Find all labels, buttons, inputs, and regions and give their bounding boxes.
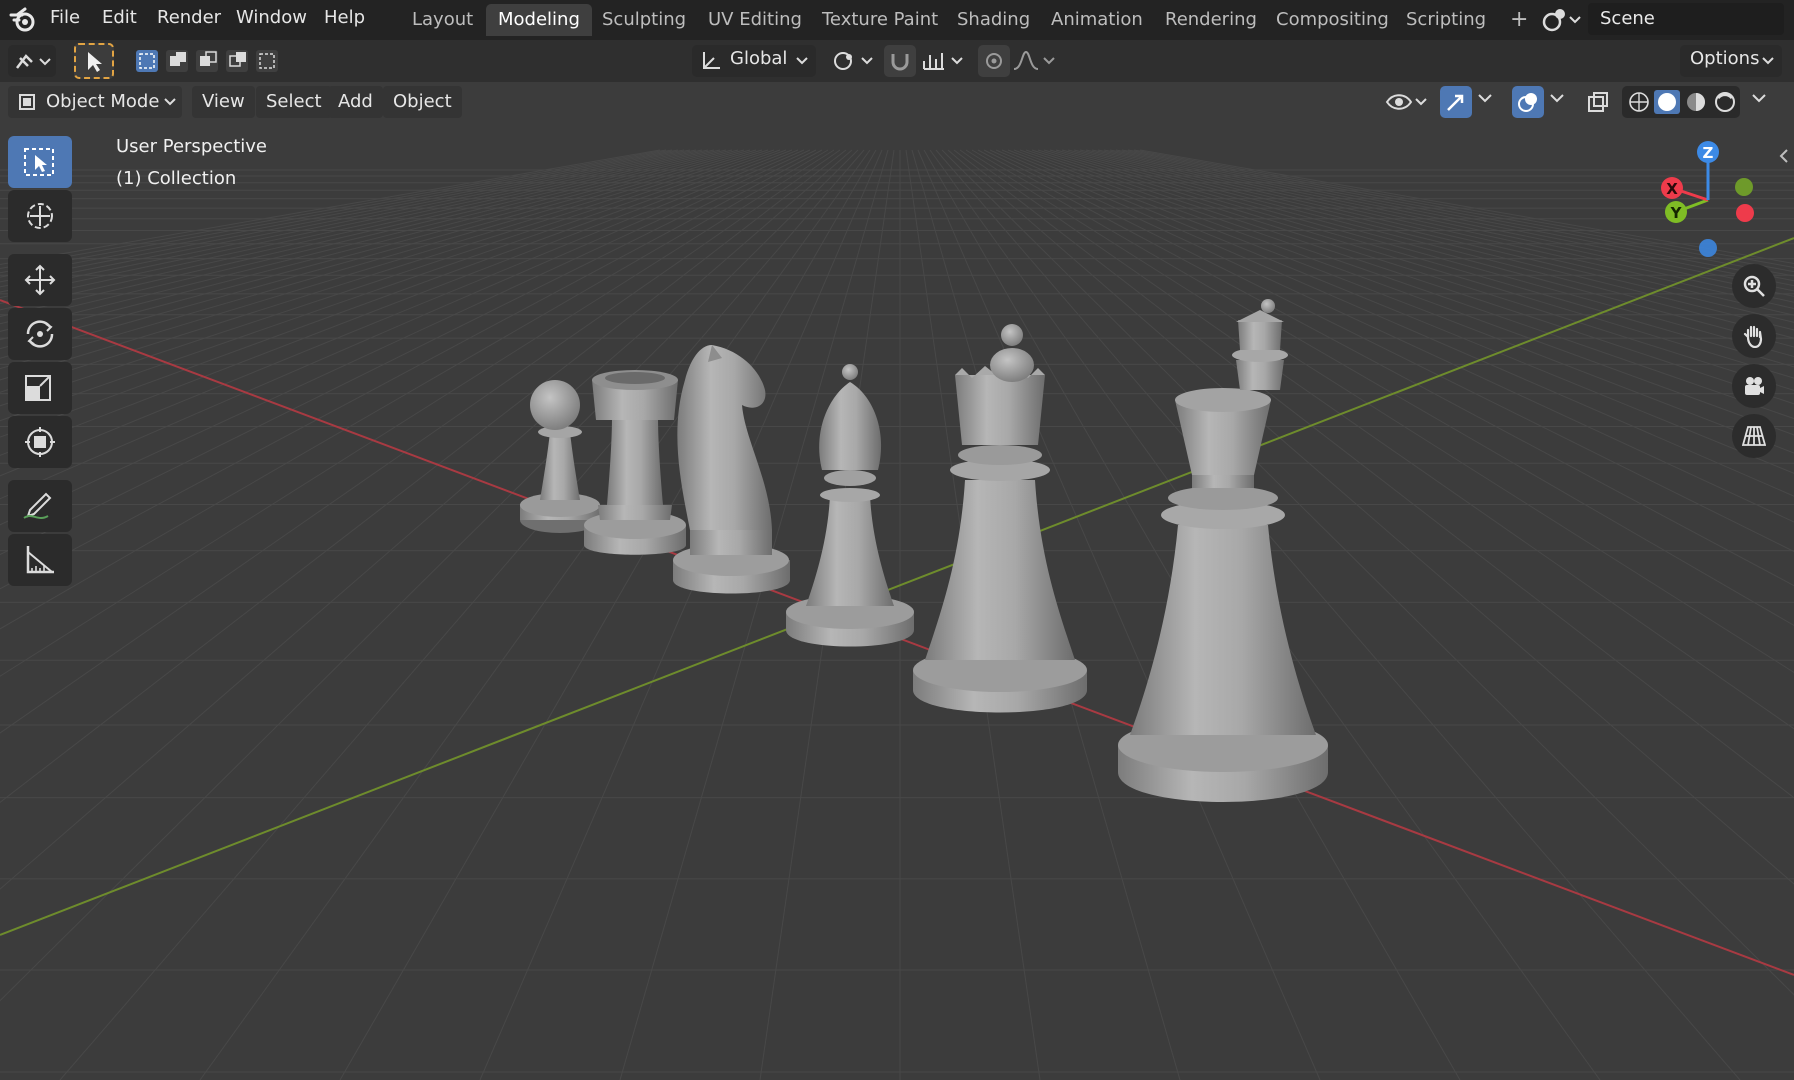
perspective-grid-icon xyxy=(1742,426,1766,446)
tool-header: Global Options xyxy=(0,40,1794,82)
menu-file[interactable]: File xyxy=(50,7,80,28)
tab-uv-editing[interactable]: UV Editing xyxy=(696,4,814,36)
orientation-label: Global xyxy=(730,48,788,69)
menu-window[interactable]: Window xyxy=(236,7,307,28)
object-mode-dropdown[interactable]: Object Mode xyxy=(8,86,182,118)
pan-button[interactable] xyxy=(1732,314,1776,358)
tool-annotate[interactable] xyxy=(8,480,72,532)
overlays-icon xyxy=(1518,93,1537,112)
shading-modes-icon xyxy=(1629,90,1735,114)
editor-type-icon xyxy=(16,54,51,69)
falloff-curve-icon[interactable] xyxy=(1012,49,1058,73)
zoom-icon xyxy=(1743,275,1765,297)
menu-add[interactable]: Add xyxy=(328,86,383,118)
gizmo-arrow-icon xyxy=(1447,94,1464,111)
selection-modes-icon[interactable] xyxy=(134,47,284,75)
chevron-down-icon xyxy=(1762,57,1774,65)
tool-rotate[interactable] xyxy=(8,308,72,360)
tab-texture-paint[interactable]: Texture Paint xyxy=(810,4,950,36)
gizmo-z-label: Z xyxy=(1703,144,1714,162)
sidebar-expand-icon[interactable] xyxy=(1778,148,1790,164)
tab-sculpting[interactable]: Sculpting xyxy=(590,4,698,36)
editor-type-button[interactable] xyxy=(8,45,56,77)
menu-select[interactable]: Select xyxy=(256,86,332,118)
blender-logo-icon[interactable] xyxy=(8,5,38,35)
tool-measure[interactable] xyxy=(8,534,72,586)
viewport-background xyxy=(0,82,1794,1080)
gizmo-y-label: Y xyxy=(1670,204,1683,222)
orientation-axes-icon xyxy=(703,52,720,69)
add-workspace-button[interactable]: + xyxy=(1498,4,1540,36)
pan-hand-icon xyxy=(1743,325,1763,348)
transform-icon xyxy=(25,427,55,457)
options-label: Options xyxy=(1690,48,1760,69)
overlays-toggle[interactable] xyxy=(1512,86,1544,118)
menu-object[interactable]: Object xyxy=(383,86,462,118)
pivot-point-icon[interactable] xyxy=(832,49,878,73)
camera-view-button[interactable] xyxy=(1732,364,1776,408)
menu-edit[interactable]: Edit xyxy=(102,7,137,28)
magnet-icon xyxy=(891,54,909,71)
shading-mode-group[interactable] xyxy=(1622,86,1740,118)
viewport-header: Object Mode View Select Add Object xyxy=(0,82,1794,122)
proportional-edit-icon xyxy=(986,53,1002,69)
chevron-down-icon xyxy=(796,57,808,65)
tab-animation[interactable]: Animation xyxy=(1039,4,1155,36)
tool-cursor[interactable] xyxy=(8,190,72,242)
perspective-toggle-button[interactable] xyxy=(1732,414,1776,458)
menu-view[interactable]: View xyxy=(192,86,255,118)
tab-rendering[interactable]: Rendering xyxy=(1153,4,1269,36)
proportional-edit-toggle[interactable] xyxy=(978,45,1010,77)
options-dropdown[interactable]: Options xyxy=(1680,45,1782,77)
measure-icon xyxy=(26,546,54,574)
scene-name-field[interactable]: Scene xyxy=(1588,3,1784,35)
scene-selector-icon[interactable] xyxy=(1540,6,1584,34)
xray-toggle-icon[interactable] xyxy=(1586,90,1610,114)
gizmo-x-label: X xyxy=(1666,180,1678,198)
cursor-arrow-icon xyxy=(88,52,102,72)
chevron-down-icon[interactable] xyxy=(1478,94,1492,104)
snap-target-icon[interactable] xyxy=(922,49,968,73)
tool-scale[interactable] xyxy=(8,362,72,414)
move-icon xyxy=(24,264,56,296)
tab-shading[interactable]: Shading xyxy=(945,4,1042,36)
tool-move[interactable] xyxy=(8,254,72,306)
tool-select-box[interactable] xyxy=(8,136,72,188)
chevron-down-icon[interactable] xyxy=(1550,94,1564,104)
camera-view-icon xyxy=(1745,377,1764,395)
gizmo-neg-z[interactable] xyxy=(1699,239,1717,257)
top-menu-bar: File Edit Render Window Help Layout Mode… xyxy=(0,0,1794,40)
gizmo-toggle[interactable] xyxy=(1440,86,1472,118)
menu-help[interactable]: Help xyxy=(324,7,365,28)
navigation-gizmo[interactable]: X Y Z xyxy=(1640,136,1760,266)
zoom-button[interactable] xyxy=(1732,264,1776,308)
select-box-icon xyxy=(24,148,54,176)
tool-transform[interactable] xyxy=(8,416,72,468)
3d-viewport[interactable] xyxy=(0,82,1794,1080)
gizmo-neg-x[interactable] xyxy=(1736,204,1754,222)
rotate-icon xyxy=(26,320,54,348)
annotate-icon xyxy=(23,492,52,519)
chevron-down-icon xyxy=(164,98,176,106)
tab-modeling[interactable]: Modeling xyxy=(486,4,592,36)
chevron-down-icon[interactable] xyxy=(1752,94,1766,104)
transform-orientation-dropdown[interactable]: Global xyxy=(692,45,816,77)
object-mode-icon xyxy=(19,94,35,110)
collection-label: (1) Collection xyxy=(116,168,237,189)
visibility-eye-icon[interactable] xyxy=(1384,88,1430,116)
scale-icon xyxy=(25,375,51,401)
snap-toggle[interactable] xyxy=(884,45,916,77)
select-tool-mode-button[interactable] xyxy=(74,43,114,79)
tab-compositing[interactable]: Compositing xyxy=(1264,4,1401,36)
view-name-label: User Perspective xyxy=(116,136,267,157)
tab-scripting[interactable]: Scripting xyxy=(1394,4,1498,36)
object-mode-label: Object Mode xyxy=(46,91,160,112)
menu-render[interactable]: Render xyxy=(157,7,221,28)
cursor-icon xyxy=(27,203,53,229)
gizmo-neg-y[interactable] xyxy=(1735,178,1753,196)
tab-layout[interactable]: Layout xyxy=(400,4,485,36)
